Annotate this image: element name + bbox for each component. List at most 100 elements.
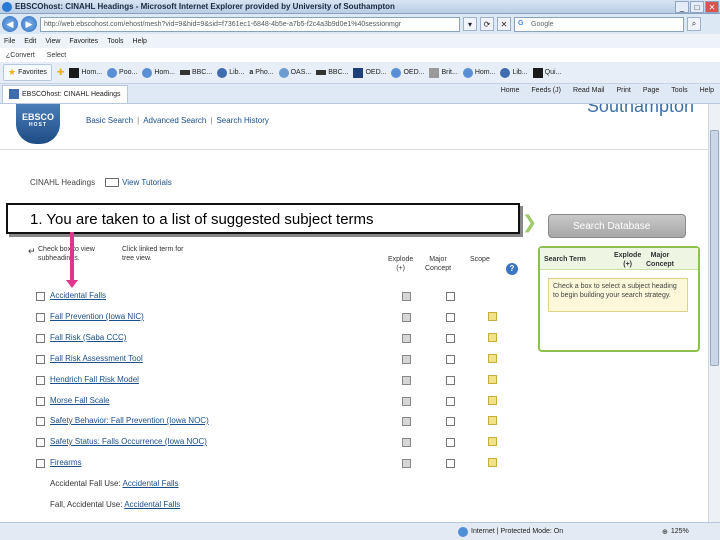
favorite-item[interactable]: OED... (391, 67, 424, 78)
favorites-button[interactable]: ★ Favorites (3, 64, 52, 81)
vertical-scrollbar[interactable] (708, 104, 720, 522)
scrollbar-thumb[interactable] (710, 130, 719, 366)
major-concept-checkbox[interactable] (446, 313, 455, 322)
menu-tools[interactable]: Tools (107, 38, 123, 45)
explode-checkbox[interactable] (402, 397, 411, 406)
term-checkbox[interactable] (36, 292, 45, 301)
favorite-item[interactable]: Hom... (462, 67, 495, 78)
search-database-button[interactable]: Search Database (548, 214, 686, 238)
menu-favorites[interactable]: Favorites (69, 38, 98, 45)
major-concept-checkbox[interactable] (446, 292, 455, 301)
major-concept-checkbox[interactable] (446, 334, 455, 343)
term-checkbox[interactable] (36, 334, 45, 343)
page-button[interactable]: Page (643, 87, 659, 94)
major-concept-checkbox[interactable] (446, 417, 455, 426)
read-mail-button[interactable]: Read Mail (573, 87, 605, 94)
stop-icon[interactable]: ✕ (497, 17, 511, 31)
ebsco-logo[interactable]: EBSCO HOST (16, 104, 60, 144)
explode-checkbox[interactable] (402, 376, 411, 385)
favorite-item[interactable]: OAS... (278, 67, 311, 78)
close-button[interactable]: ✕ (705, 1, 719, 13)
explode-checkbox[interactable] (402, 292, 411, 301)
arrow-icon: ↵ (28, 246, 36, 256)
tab-ebscohost[interactable]: EBSCOhost: CINAHL Headings (2, 84, 128, 103)
scope-note-icon[interactable] (488, 375, 497, 384)
term-link[interactable]: Firearms (50, 458, 82, 467)
scope-note-icon[interactable] (488, 458, 497, 467)
major-concept-checkbox[interactable] (446, 355, 455, 364)
see-reference-link[interactable]: Accidental Falls (122, 479, 178, 488)
minimize-button[interactable]: _ (675, 1, 689, 13)
scope-note-icon[interactable] (488, 437, 497, 446)
scope-note-icon[interactable] (488, 396, 497, 405)
explode-checkbox[interactable] (402, 438, 411, 447)
search-history-link[interactable]: Search History (216, 116, 268, 125)
forward-button[interactable]: ▶ (21, 16, 37, 32)
term-checkbox[interactable] (36, 355, 45, 364)
menu-help[interactable]: Help (133, 38, 147, 45)
zoom-control[interactable]: ⊕ 125% (662, 528, 689, 536)
menu-edit[interactable]: Edit (24, 38, 36, 45)
add-favorite-icon[interactable]: ✚ (57, 67, 65, 78)
major-concept-checkbox[interactable] (446, 438, 455, 447)
feeds-button[interactable]: Feeds (J) (531, 87, 561, 94)
term-checkbox[interactable] (36, 376, 45, 385)
major-concept-checkbox[interactable] (446, 397, 455, 406)
menu-view[interactable]: View (45, 38, 60, 45)
term-link[interactable]: Morse Fall Scale (50, 396, 110, 405)
scope-note-icon[interactable] (488, 354, 497, 363)
maximize-button[interactable]: □ (690, 1, 704, 13)
major-concept-checkbox[interactable] (446, 376, 455, 385)
term-link[interactable]: Hendrich Fall Risk Model (50, 375, 139, 384)
explode-checkbox[interactable] (402, 334, 411, 343)
scope-note-icon[interactable] (488, 333, 497, 342)
refresh-icon[interactable]: ⟳ (480, 17, 494, 31)
term-link[interactable]: Safety Status: Falls Occurrence (Iowa NO… (50, 437, 207, 446)
tools-button[interactable]: Tools (671, 87, 687, 94)
help-button[interactable]: Help (700, 87, 714, 94)
term-checkbox[interactable] (36, 438, 45, 447)
see-reference-link[interactable]: Accidental Falls (124, 500, 180, 509)
back-button[interactable]: ◀ (2, 16, 18, 32)
scope-note-icon[interactable] (488, 416, 497, 425)
favorite-item[interactable]: Hom... (69, 67, 102, 78)
term-checkbox[interactable] (36, 397, 45, 406)
favorite-item[interactable]: Lib... (500, 67, 528, 78)
favorite-item[interactable]: Lib... (217, 67, 244, 78)
help-icon[interactable]: ? (506, 263, 518, 275)
view-tutorials-link[interactable]: View Tutorials (105, 178, 172, 187)
favorite-item[interactable]: BBC... (179, 69, 212, 76)
term-checkbox[interactable] (36, 313, 45, 322)
home-button[interactable]: Home (501, 87, 520, 94)
favorite-item[interactable]: a Pho... (249, 69, 273, 76)
favorite-item[interactable]: BBC... (316, 69, 348, 76)
term-checkbox[interactable] (36, 459, 45, 468)
term-link[interactable]: Safety Behavior: Fall Prevention (Iowa N… (50, 416, 209, 425)
dropdown-icon[interactable]: ▾ (463, 17, 477, 31)
favorite-item[interactable]: Hom... (142, 67, 175, 78)
advanced-search-link[interactable]: Advanced Search (143, 116, 206, 125)
print-button[interactable]: Print (616, 87, 630, 94)
convert-button[interactable]: ¿Convert (6, 52, 35, 59)
favorite-item[interactable]: Poo... (107, 67, 137, 78)
scope-note-icon[interactable] (488, 312, 497, 321)
favorite-item[interactable]: OED... (353, 67, 386, 78)
favorite-item[interactable]: Qui... (532, 67, 561, 78)
search-input[interactable]: Google (514, 16, 684, 32)
term-link[interactable]: Fall Risk (Saba CCC) (50, 333, 126, 342)
search-icon[interactable]: ⌕ (687, 17, 701, 31)
favorite-item[interactable]: Brit... (429, 67, 458, 78)
url-field[interactable]: http://web.ebscohost.com/ehost/mesh?vid=… (40, 16, 460, 32)
term-checkbox[interactable] (36, 417, 45, 426)
select-button[interactable]: Select (47, 52, 66, 59)
term-link[interactable]: Fall Prevention (Iowa NIC) (50, 312, 144, 321)
explode-checkbox[interactable] (402, 355, 411, 364)
menu-file[interactable]: File (4, 38, 15, 45)
basic-search-link[interactable]: Basic Search (86, 116, 133, 125)
major-concept-checkbox[interactable] (446, 459, 455, 468)
explode-checkbox[interactable] (402, 313, 411, 322)
term-link[interactable]: Fall Risk Assessment Tool (50, 354, 143, 363)
explode-checkbox[interactable] (402, 417, 411, 426)
term-link[interactable]: Accidental Falls (50, 291, 106, 300)
explode-checkbox[interactable] (402, 459, 411, 468)
